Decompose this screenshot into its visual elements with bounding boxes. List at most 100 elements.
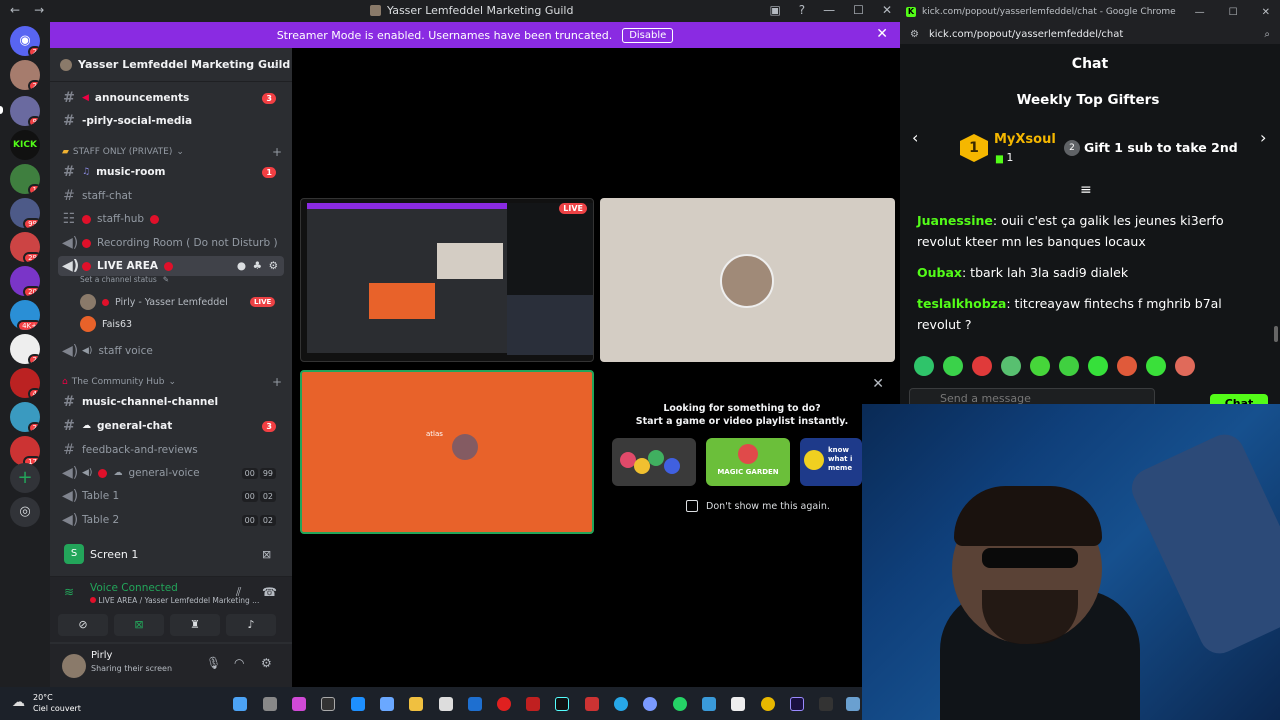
top-gifter-name[interactable]: MyXsoul [994,132,1056,147]
disable-streamer-button[interactable]: Disable [622,27,674,43]
guild-icon[interactable]: 2 [10,60,40,90]
chat-scrollbar[interactable] [1274,326,1278,342]
chat-bubble-icon[interactable]: ● [237,260,246,272]
app-icon[interactable] [321,697,335,711]
back-arrow-icon[interactable]: ← [10,3,20,17]
inbox-icon[interactable]: ▣ [769,3,780,17]
emote-icon[interactable] [972,356,992,376]
channel-social[interactable]: # -pirly-social-media [58,111,284,131]
emote-icon[interactable] [1117,356,1137,376]
forward-arrow-icon[interactable]: → [34,3,44,17]
maximize-icon[interactable]: ☐ [853,3,864,17]
app-icon[interactable] [846,697,860,711]
noise-suppression-icon[interactable]: ⫽ [236,585,241,600]
app-icon[interactable] [585,697,599,711]
channel-staff-chat[interactable]: # staff-chat [58,186,284,206]
dont-show-again[interactable]: Don't show me this again. [686,500,830,512]
app-icon[interactable] [526,697,540,711]
store-icon[interactable] [439,697,453,711]
guild-icon[interactable]: 4K+ [10,300,40,330]
help-icon[interactable]: ? [799,3,805,17]
channel-music-room[interactable]: # ♫ music-room 1 [58,162,284,182]
channel-table-1[interactable]: ◀) Table 1 00 02 [58,486,284,506]
guild-icon[interactable]: 20 [10,266,40,296]
kick-guild-icon[interactable]: KICK [10,130,40,160]
disconnect-icon[interactable]: ☎ [262,585,277,599]
chat-username[interactable]: Juanessine [917,213,993,228]
voice-user-pirly[interactable]: Pirly - Yasser Lemfeddel LIVE [80,294,276,310]
emote-icon[interactable] [914,356,934,376]
channel-general-chat[interactable]: # ☁ general-chat 3 [58,416,284,436]
file-explorer-icon[interactable] [409,697,423,711]
channel-staff-voice[interactable]: ◀) ◀) staff voice [58,341,284,361]
gear-icon[interactable]: ⚙ [261,656,272,670]
minimize-icon[interactable]: — [823,3,835,17]
emote-icon[interactable] [943,356,963,376]
gear-icon[interactable]: ⚙ [269,260,278,272]
weather-desc[interactable]: Ciel couvert [33,704,81,713]
orange-stream-tile[interactable]: atlas [300,370,594,534]
soundboard-button[interactable]: ♪ [226,614,276,636]
headphones-icon[interactable]: ◠ [234,656,244,670]
copilot-icon[interactable] [292,697,306,711]
address-bar[interactable]: ⚙ kick.com/popout/yasserlemfeddel/chat ⌕ [900,24,1280,44]
chat-username[interactable]: teslalkhobza [917,296,1006,311]
channel-live-area[interactable]: ◀) LIVE AREA ● ♣ ⚙ [58,256,284,276]
close-icon[interactable]: ✕ [1262,7,1270,18]
start-icon[interactable] [233,697,247,711]
voice-location[interactable]: LIVE AREA / Yasser Lemfeddel Marketing .… [90,596,259,605]
chevron-right-icon[interactable]: › [1260,128,1266,147]
zoom-icon[interactable]: ⌕ [1264,29,1270,40]
channel-table-2[interactable]: ◀) Table 2 00 02 [58,510,284,530]
voice-status[interactable]: Voice Connected [90,582,178,594]
channel-general-voice[interactable]: ◀) ◀) ☁ general-voice 00 99 [58,463,284,483]
guild-icon[interactable]: 29 [10,232,40,262]
app-icon[interactable] [702,697,716,711]
channel-feedback[interactable]: # feedback-and-reviews [58,440,284,460]
add-member-icon[interactable]: ♣ [253,260,262,272]
app-icon[interactable] [643,697,657,711]
capcut-icon[interactable] [819,697,833,711]
close-icon[interactable]: ✕ [872,376,884,392]
discover-icon[interactable]: ◎ [10,497,40,527]
emote-icon[interactable] [1001,356,1021,376]
chat-username[interactable]: Oubax [917,265,962,280]
screen-share-row[interactable]: S Screen 1 ⊠ [50,540,292,568]
screen-share-button[interactable]: ⊠ [114,614,164,636]
app-icon[interactable] [380,697,394,711]
guild-header[interactable]: Yasser Lemfeddel Marketing Guild ⌄ [50,48,292,82]
emote-icon[interactable] [1146,356,1166,376]
outlook-icon[interactable] [468,697,482,711]
emote-icon[interactable] [1030,356,1050,376]
voice-user-fais[interactable]: Fais63 [80,316,132,332]
guild-icon[interactable]: 4 [10,368,40,398]
opera-icon[interactable] [497,697,511,711]
premiere-icon[interactable] [790,697,804,711]
screen-share-tile[interactable]: LIVE [300,198,594,362]
emote-icon[interactable] [1175,356,1195,376]
minimize-icon[interactable]: — [1195,7,1205,18]
gift-cta[interactable]: Gift 1 sub to take 2nd [1084,140,1238,155]
site-info-icon[interactable]: ⚙ [910,29,919,40]
discord-home-icon[interactable]: ◉ 2 [10,26,40,56]
banner-close-icon[interactable]: ✕ [876,26,888,42]
guild-icon[interactable]: 2 [10,334,40,364]
chevron-left-icon[interactable]: ‹ [912,128,918,147]
collapse-icon[interactable]: ≡ [1080,182,1092,198]
telegram-icon[interactable] [614,697,628,711]
camera-off-button[interactable]: ⊘ [58,614,108,636]
activity-button[interactable]: ♜ [170,614,220,636]
weather-temp[interactable]: 20°C [33,693,53,702]
channel-staff-hub[interactable]: ☷ staff-hub [58,209,284,229]
tiktok-icon[interactable] [555,697,569,711]
category-community[interactable]: ⌂ The Community Hub ⌄ + [62,375,282,389]
guild-icon[interactable]: 17 [10,436,40,466]
whatsapp-icon[interactable] [673,697,687,711]
guild-icon[interactable]: 99 [10,198,40,228]
app-icon[interactable] [351,697,365,711]
close-screen-icon[interactable]: ⊠ [262,548,271,561]
channel-music-channel[interactable]: # music-channel-channel [58,392,284,412]
chrome-icon[interactable] [761,697,775,711]
channel-recording-room[interactable]: ◀) Recording Room ( Do not Disturb ) [58,233,284,253]
game-card-magic-garden[interactable]: MAGIC GARDEN [706,438,790,486]
